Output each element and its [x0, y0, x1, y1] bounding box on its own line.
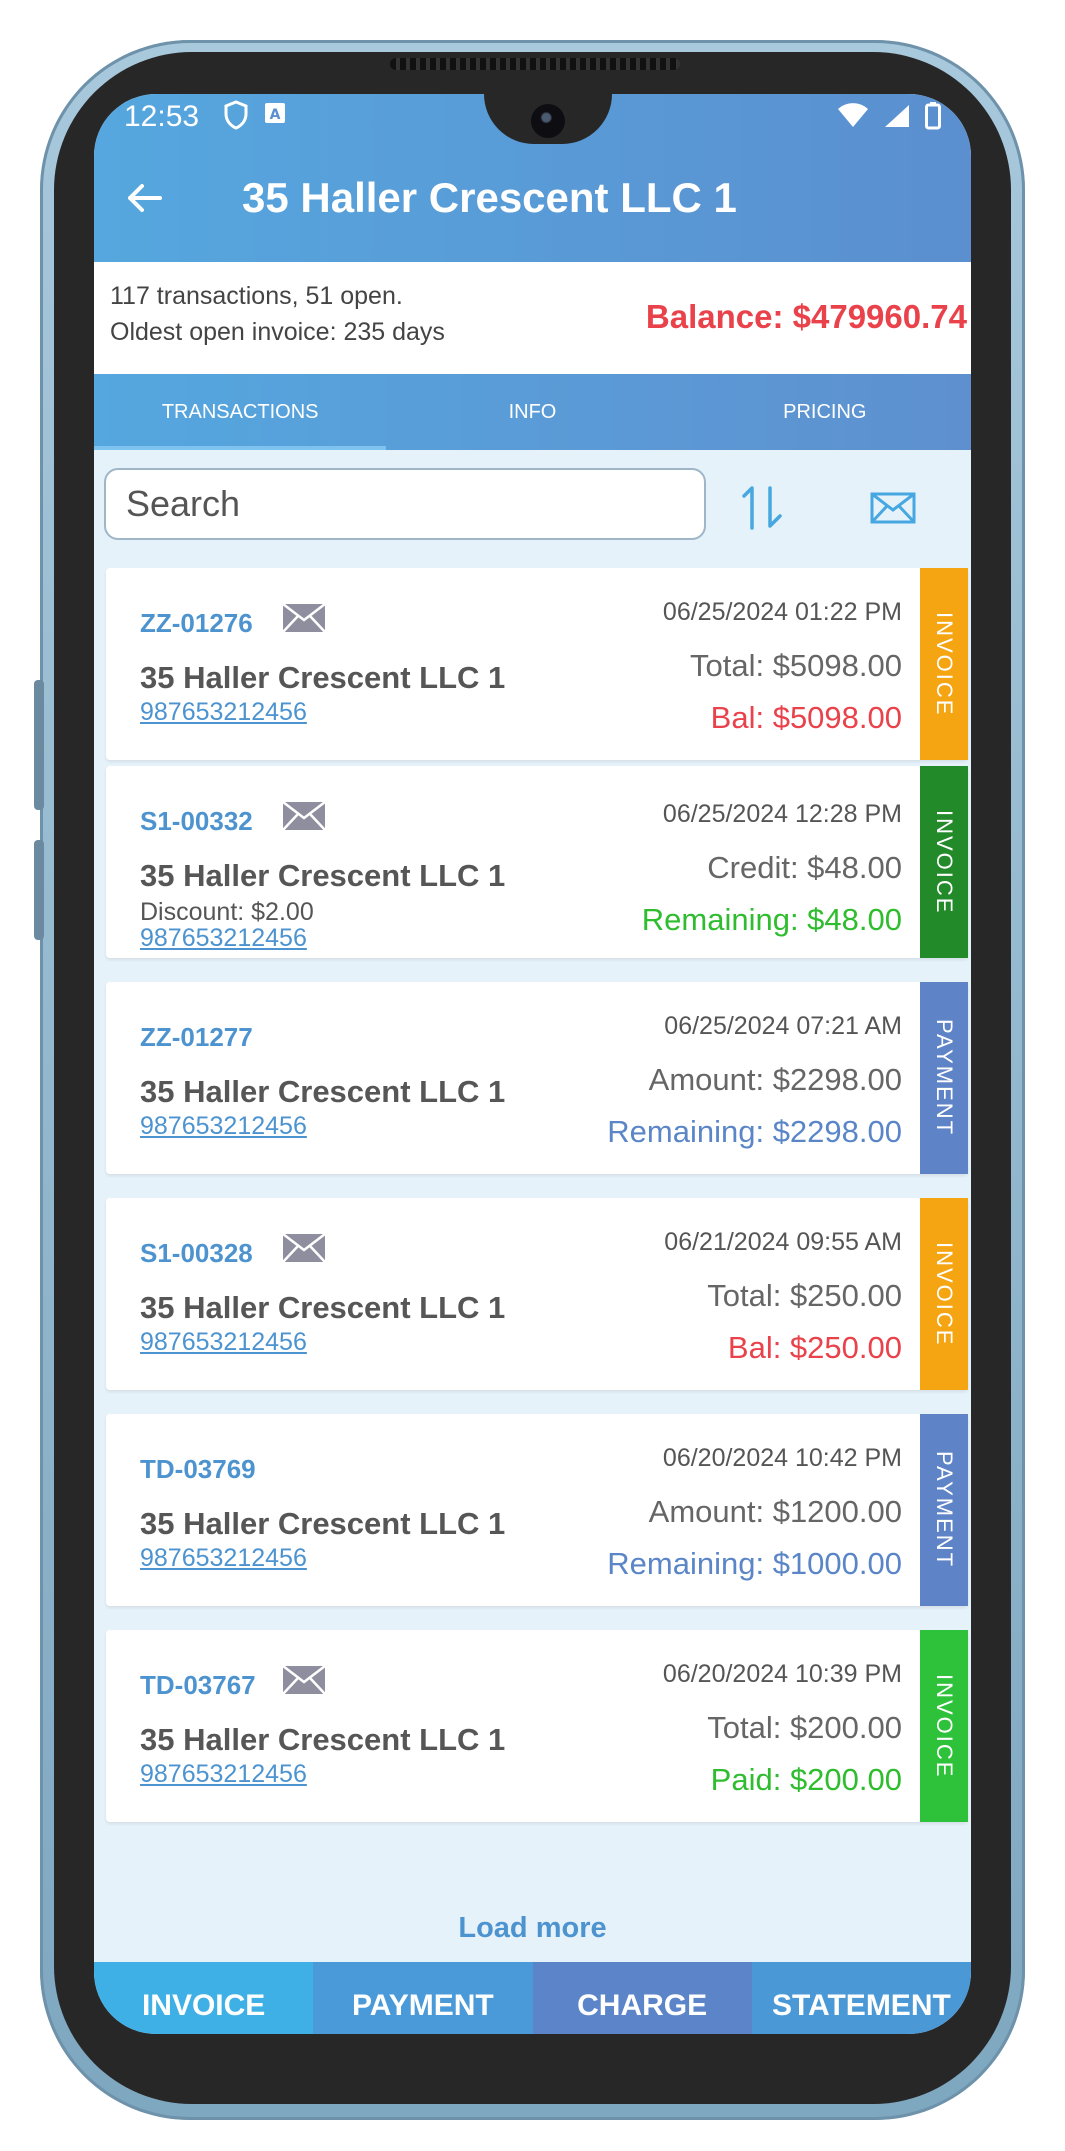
account-summary: 117 transactions, 51 open. Oldest open i…: [94, 262, 971, 374]
balance-text: Balance: $479960.74: [645, 298, 967, 335]
screen: 12:53 A 35 Haller Crescent LLC 1 117 tra…: [94, 94, 971, 2034]
transaction-card[interactable]: ZZ-01276 35 Haller Crescent LLC 1 987653…: [106, 568, 968, 760]
remaining-amount: Remaining: $1000.00: [607, 1546, 902, 1581]
transaction-date: 06/20/2024 10:39 PM: [662, 1660, 902, 1688]
keyboard-a-icon: A: [265, 103, 285, 123]
transaction-date: 06/25/2024 12:28 PM: [662, 800, 902, 828]
envelope-icon: [282, 1233, 326, 1263]
tab-transactions[interactable]: TRANSACTIONS: [94, 374, 387, 450]
status-left-icons: A: [224, 100, 286, 130]
total-amount: Total: $5098.00: [689, 648, 902, 683]
load-more-button[interactable]: Load more: [94, 1912, 971, 1945]
remaining-amount: Remaining: $2298.00: [607, 1114, 902, 1149]
payment-amount: Amount: $1200.00: [648, 1494, 902, 1529]
tab-bar: TRANSACTIONS INFO PRICING: [94, 374, 971, 450]
envelope-icon: [282, 1665, 326, 1695]
transaction-number[interactable]: ZZ-01276: [140, 608, 253, 639]
account-link[interactable]: 987653212456: [140, 1328, 307, 1357]
customer-name: 35 Haller Crescent LLC 1: [140, 1722, 506, 1757]
transaction-card[interactable]: TD-03769 35 Haller Crescent LLC 1 987653…: [106, 1414, 968, 1606]
battery-icon: [925, 102, 941, 130]
transaction-count-text: 117 transactions, 51 open.: [110, 282, 403, 310]
type-badge-invoice: INVOICE: [920, 766, 968, 958]
oldest-invoice-text: Oldest open invoice: 235 days: [110, 318, 445, 346]
remaining-amount: Remaining: $48.00: [641, 902, 902, 937]
customer-name: 35 Haller Crescent LLC 1: [140, 1290, 506, 1325]
account-link[interactable]: 987653212456: [140, 698, 307, 727]
tab-info[interactable]: INFO: [386, 374, 678, 450]
transaction-number[interactable]: TD-03769: [140, 1454, 256, 1485]
svg-text:A: A: [270, 107, 281, 123]
type-badge-invoice: INVOICE: [920, 1198, 968, 1390]
transaction-number[interactable]: TD-03767: [140, 1670, 256, 1701]
type-badge-payment: PAYMENT: [920, 982, 968, 1174]
balance-amount: Bal: $5098.00: [710, 700, 902, 735]
transaction-number[interactable]: S1-00328: [140, 1238, 253, 1269]
transaction-number[interactable]: S1-00332: [140, 806, 253, 837]
customer-name: 35 Haller Crescent LLC 1: [140, 1074, 506, 1109]
tab-pricing[interactable]: PRICING: [679, 374, 971, 450]
type-label: PAYMENT: [932, 1451, 957, 1569]
statement-button[interactable]: STATEMENT: [751, 1962, 971, 2034]
paid-amount: Paid: $200.00: [710, 1762, 902, 1797]
search-input[interactable]: Search: [104, 468, 706, 540]
email-icon[interactable]: [870, 492, 916, 524]
wifi-icon: [838, 103, 868, 127]
transaction-date: 06/25/2024 01:22 PM: [662, 598, 902, 626]
front-camera: [531, 104, 565, 138]
account-link[interactable]: 987653212456: [140, 1760, 307, 1789]
payment-amount: Amount: $2298.00: [648, 1062, 902, 1097]
search-placeholder: Search: [126, 483, 241, 524]
type-badge-payment: PAYMENT: [920, 1414, 968, 1606]
back-arrow-icon[interactable]: [124, 178, 164, 218]
account-link[interactable]: 987653212456: [140, 1544, 307, 1573]
signal-icon: [885, 105, 909, 127]
page-title: 35 Haller Crescent LLC 1: [242, 174, 737, 221]
shield-icon: [224, 100, 248, 130]
transaction-date: 06/25/2024 07:21 AM: [664, 1012, 902, 1040]
charge-button[interactable]: CHARGE: [532, 1962, 752, 2034]
type-label: INVOICE: [932, 1673, 957, 1779]
total-amount: Total: $200.00: [707, 1710, 902, 1745]
type-badge-invoice: INVOICE: [920, 1630, 968, 1822]
transaction-date: 06/20/2024 10:42 PM: [662, 1444, 902, 1472]
type-badge-invoice: INVOICE: [920, 568, 968, 760]
payment-button[interactable]: PAYMENT: [313, 1962, 533, 2034]
envelope-icon: [282, 801, 326, 831]
transaction-card[interactable]: TD-03767 35 Haller Crescent LLC 1 987653…: [106, 1630, 968, 1822]
account-link[interactable]: 987653212456: [140, 1112, 307, 1141]
transaction-card[interactable]: ZZ-01277 35 Haller Crescent LLC 1 987653…: [106, 982, 968, 1174]
volume-button: [34, 680, 44, 810]
customer-name: 35 Haller Crescent LLC 1: [140, 660, 506, 695]
customer-name: 35 Haller Crescent LLC 1: [140, 858, 506, 893]
transaction-card[interactable]: S1-00332 35 Haller Crescent LLC 1 Discou…: [106, 766, 968, 958]
account-link[interactable]: 987653212456: [140, 924, 307, 953]
total-amount: Total: $250.00: [707, 1278, 902, 1313]
transaction-number[interactable]: ZZ-01277: [140, 1022, 253, 1053]
type-label: INVOICE: [932, 1241, 957, 1347]
envelope-icon: [282, 603, 326, 633]
status-time: 12:53: [124, 100, 200, 133]
customer-name: 35 Haller Crescent LLC 1: [140, 1506, 506, 1541]
bottom-action-bar: INVOICE PAYMENT CHARGE STATEMENT: [94, 1962, 971, 2034]
transaction-date: 06/21/2024 09:55 AM: [664, 1228, 902, 1256]
power-button: [34, 840, 44, 940]
type-label: PAYMENT: [932, 1019, 957, 1137]
type-label: INVOICE: [932, 611, 957, 717]
balance-amount: Bal: $250.00: [727, 1330, 902, 1365]
transaction-card[interactable]: S1-00328 35 Haller Crescent LLC 1 987653…: [106, 1198, 968, 1390]
invoice-button[interactable]: INVOICE: [94, 1962, 314, 2034]
earpiece-speaker: [390, 58, 680, 70]
type-label: INVOICE: [932, 809, 957, 915]
discount-text: Discount: $2.00: [140, 898, 314, 926]
status-right-icons: [837, 102, 941, 130]
sort-icon[interactable]: [740, 482, 786, 532]
credit-amount: Credit: $48.00: [707, 850, 902, 885]
